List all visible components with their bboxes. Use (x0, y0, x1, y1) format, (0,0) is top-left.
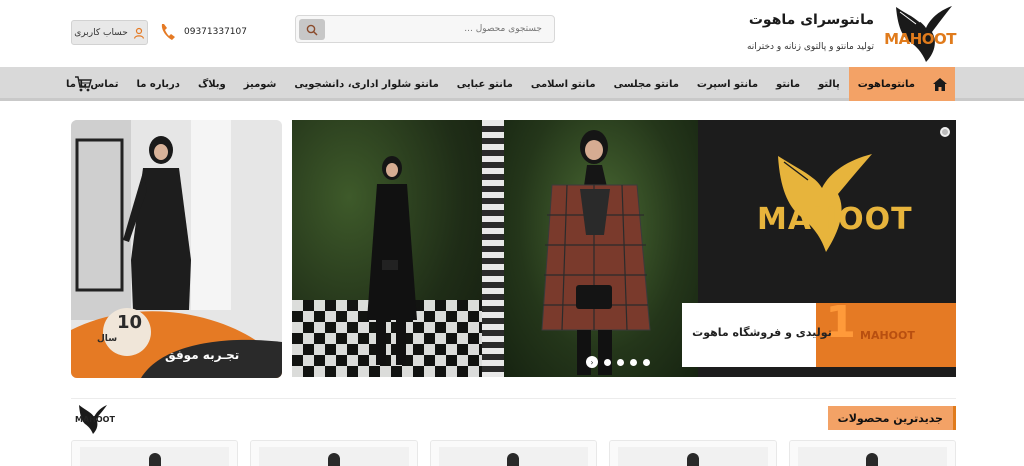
nav-item-manto-mahoot[interactable]: مانتوماهوت (848, 67, 924, 101)
slide-brand-logo: MAHOOT (757, 202, 913, 237)
hero-slider[interactable]: MAHOOT MAHOOT 1 تولیدی و فروشگاه ماهوت › (292, 120, 956, 377)
slide-caption-number: 1 (825, 297, 856, 348)
experience-badge-number: 10 (117, 312, 143, 333)
model-figure-left (367, 156, 417, 365)
slider-dots: › (586, 356, 650, 368)
main-nav: مانتوماهوت پالتو مانتو مانتو اسپرت مانتو… (0, 67, 1024, 101)
home-icon (932, 77, 947, 91)
search-box (295, 15, 555, 43)
phone-icon (161, 24, 175, 40)
nav-item-contact[interactable]: تماس با ما (57, 67, 127, 101)
product-card[interactable] (788, 440, 956, 466)
slider-pause-button[interactable] (940, 127, 950, 137)
brand-subtitle: تولید مانتو و پالتوی زنانه و دخترانه (746, 42, 874, 52)
account-label: حساب کاربری (74, 27, 128, 38)
home-button[interactable] (924, 67, 955, 101)
search-button[interactable] (299, 19, 325, 40)
product-cards (70, 440, 956, 466)
new-products-logo: MAHOOT (75, 401, 115, 439)
slide-caption-band: MAHOOT 1 تولیدی و فروشگاه ماهوت (682, 297, 956, 367)
brand-title: مانتوسرای ماهوت (748, 12, 874, 28)
slider-dot[interactable] (604, 358, 611, 366)
nav-item-manto[interactable]: مانتو (767, 67, 809, 101)
product-card[interactable] (429, 440, 598, 466)
slider-dot[interactable] (630, 358, 637, 366)
site-logo[interactable]: MAHOOT (866, 2, 956, 64)
account-button[interactable]: حساب کاربری (71, 20, 148, 45)
site-header: MAHOOT مانتوسرای ماهوت تولید مانتو و پال… (0, 0, 1024, 67)
cart-icon (75, 76, 92, 92)
nav-item-about[interactable]: درباره ما (127, 67, 189, 101)
product-card[interactable] (250, 440, 418, 466)
search-input[interactable] (328, 16, 554, 42)
slider-dot[interactable] (617, 358, 624, 366)
slider-next-arrow[interactable]: › (586, 356, 598, 368)
cart-button[interactable] (74, 75, 92, 97)
slider-dot-active[interactable] (643, 358, 650, 366)
ornament-border (482, 120, 504, 377)
nav-item-manto-sport[interactable]: مانتو اسپرت (688, 67, 767, 101)
product-card[interactable] (70, 440, 239, 466)
nav-item-office-student[interactable]: مانتو شلوار اداری، دانشجویی (285, 67, 447, 101)
new-products-header: جدیدترین محصولات MAHOOT (71, 398, 956, 434)
slide-caption-text: تولیدی و فروشگاه ماهوت (692, 326, 832, 339)
nav-item-blog[interactable]: وبلاگ (189, 67, 235, 101)
product-card[interactable] (609, 440, 777, 466)
experience-caption: تجـربه موفق (165, 348, 240, 362)
phone-contact[interactable]: 09371337107 (158, 20, 247, 44)
slide-caption-logo: MAHOOT (860, 329, 915, 342)
nav-menu: مانتوماهوت پالتو مانتو مانتو اسپرت مانتو… (57, 67, 924, 101)
phone-number: 09371337107 (184, 27, 247, 37)
experience-banner[interactable]: 10 سال تجـربه موفق (71, 120, 282, 378)
nav-item-manto-eslami[interactable]: مانتو اسلامی (522, 67, 605, 101)
new-products-logo-text: MAHOOT (75, 415, 115, 424)
experience-badge-unit: سال (97, 334, 118, 344)
nav-item-manto-abaei[interactable]: مانتو عبایی (448, 67, 522, 101)
user-icon (133, 27, 144, 39)
nav-item-shomiz[interactable]: شومیز (235, 67, 286, 101)
nav-item-manto-majlesi[interactable]: مانتو مجلسی (605, 67, 688, 101)
nav-item-palto[interactable]: پالتو (809, 67, 849, 101)
search-icon (306, 24, 318, 36)
model-figure-right (541, 130, 651, 375)
logo-wordmark: MAHOOT (884, 30, 956, 48)
new-products-title: جدیدترین محصولات (827, 406, 956, 430)
